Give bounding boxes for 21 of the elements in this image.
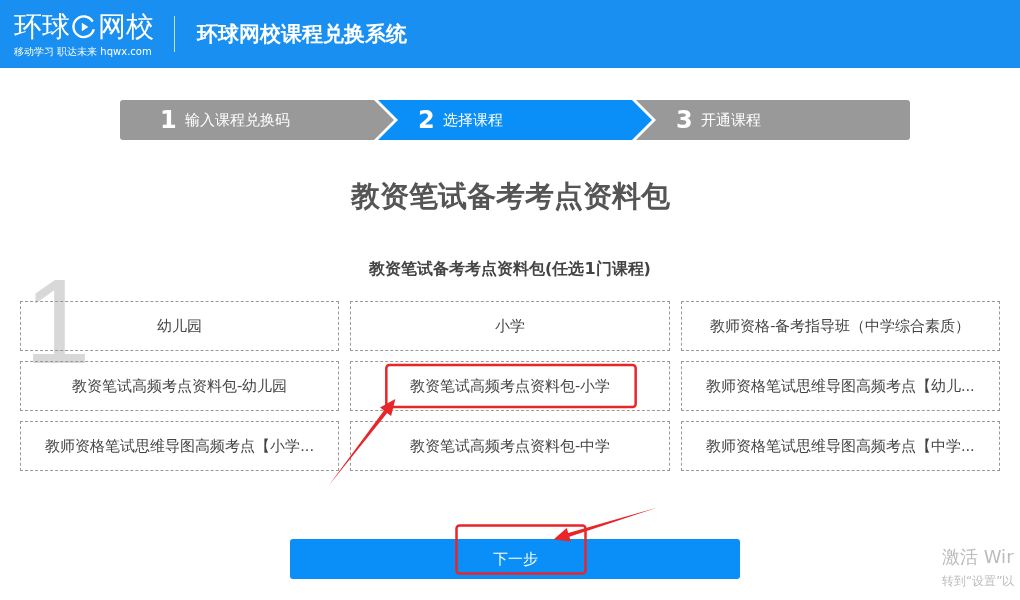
play-circle-icon [71,13,97,40]
course-option[interactable]: 小学 [350,301,670,351]
logo-text: 网校 [98,9,154,44]
step-number: 3 [676,106,693,134]
logo-text: 环球 [14,9,70,44]
page-title: 教资笔试备考考点资料包 [349,178,671,215]
course-option[interactable]: 教师资格笔试思维导图高频考点【小学... [20,421,340,471]
activation-text: 转到“设置”以 [942,573,1015,590]
activation-title: 激活 Wir [942,545,1015,569]
logo-tagline: 移动学习 职达未来 hqwx.com [14,44,153,59]
group-title: 教资笔试备考考点资料包(任选1门课程) [368,258,652,280]
course-option[interactable]: 教师资格-备考指导班（中学综合素质） [680,301,1000,351]
course-option[interactable]: 教师资格笔试思维导图高频考点【中学... [680,421,1000,471]
course-option[interactable]: 教资笔试高频考点资料包-幼儿园 [20,361,340,411]
course-option[interactable]: 教师资格笔试思维导图高频考点【幼儿... [680,361,1000,411]
step-number: 1 [160,106,177,134]
step-number: 2 [418,106,435,134]
step-label: 选择课程 [442,110,503,130]
step-label: 开通课程 [700,110,761,130]
step-label: 输入课程兑换码 [184,110,290,130]
system-title: 环球网校课程兑换系统 [197,21,407,48]
